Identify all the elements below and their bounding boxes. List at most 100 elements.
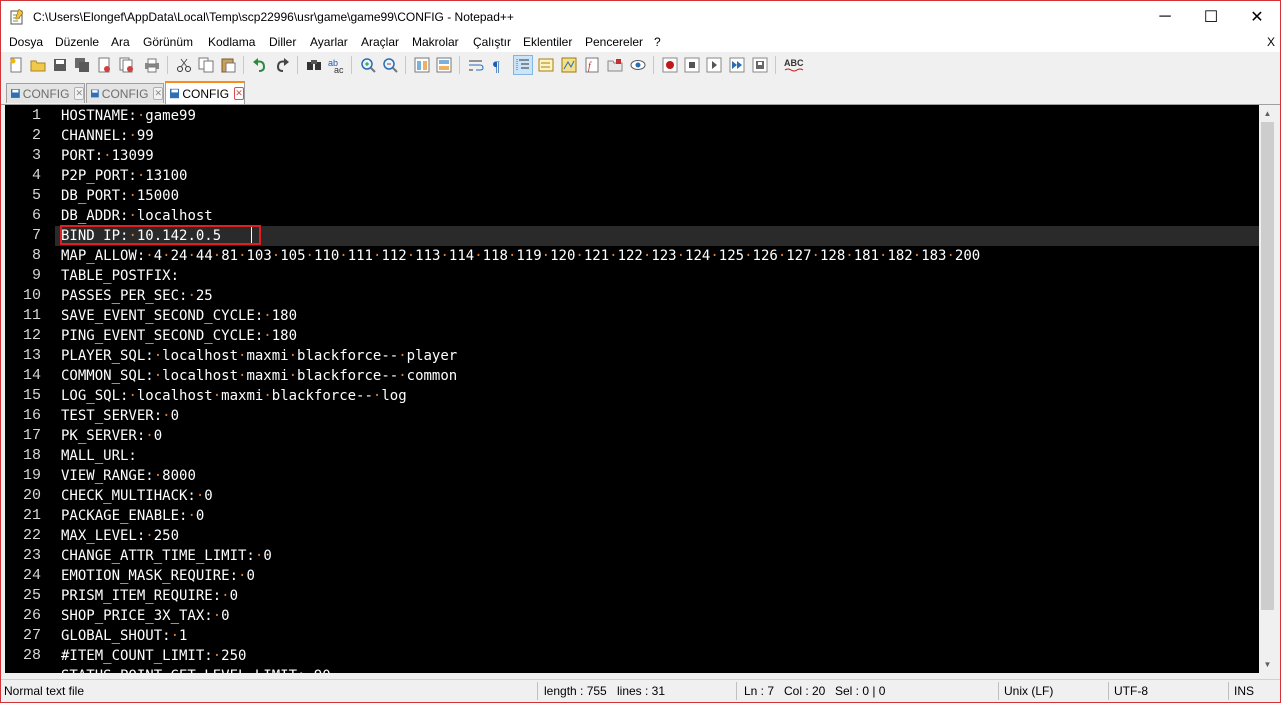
scroll-thumb[interactable] (1261, 122, 1274, 610)
code-line[interactable]: SHOP_PRICE_3X_TAX:·0 (61, 606, 230, 626)
open-file-icon[interactable] (29, 56, 47, 74)
print-icon[interactable] (143, 56, 161, 74)
whitespace-marker: · (153, 368, 163, 384)
zoom-in-icon[interactable] (359, 56, 377, 74)
copy-icon[interactable] (197, 56, 215, 74)
code-line[interactable]: DB_PORT:·15000 (61, 186, 179, 206)
indent-guide-icon[interactable] (513, 55, 533, 75)
menu-makrolar[interactable]: Makrolar (412, 35, 459, 49)
undo-icon[interactable] (251, 56, 269, 74)
code-line[interactable]: SAVE_EVENT_SECOND_CYCLE:·180 (61, 306, 297, 326)
vertical-scrollbar[interactable]: ▲ ▼ (1259, 105, 1276, 673)
close-icon[interactable] (95, 56, 113, 74)
show-all-chars-icon[interactable]: ¶ (489, 56, 507, 74)
redo-icon[interactable] (273, 56, 291, 74)
status-encoding[interactable]: UTF-8 (1114, 684, 1148, 698)
code-line[interactable]: COMMON_SQL:·localhost·maxmi·blackforce--… (61, 366, 457, 386)
replace-icon[interactable]: ab ac (327, 56, 345, 74)
scroll-up-arrow-icon[interactable]: ▲ (1259, 105, 1276, 122)
menu-eklentiler[interactable]: Eklentiler (523, 35, 572, 49)
menu-duzenle[interactable]: Düzenle (55, 35, 99, 49)
spell-check-icon[interactable]: ABC (783, 56, 805, 74)
menu-ara[interactable]: Ara (111, 35, 130, 49)
code-line[interactable]: DB_ADDR:·localhost (61, 206, 213, 226)
status-eol[interactable]: Unix (LF) (1004, 684, 1053, 698)
line-number: 17 (22, 427, 41, 444)
toolbar-separator (459, 56, 460, 74)
minimize-button[interactable]: ─ (1142, 1, 1188, 33)
code-line[interactable]: GLOBAL_SHOUT:·1 (61, 626, 187, 646)
menu-help[interactable]: ? (654, 35, 661, 49)
code-line[interactable]: TEST_SERVER:·0 (61, 406, 179, 426)
code-line[interactable]: PORT:·13099 (61, 146, 154, 166)
stop-macro-icon[interactable] (683, 56, 701, 74)
doc-map-icon[interactable] (560, 56, 578, 74)
save-macro-icon[interactable] (751, 56, 769, 74)
menu-ayarlar[interactable]: Ayarlar (310, 35, 348, 49)
find-icon[interactable] (305, 56, 323, 74)
menu-diller[interactable]: Diller (269, 35, 296, 49)
scroll-down-arrow-icon[interactable]: ▼ (1259, 656, 1276, 673)
code-line[interactable]: PLAYER_SQL:·localhost·maxmi·blackforce--… (61, 346, 457, 366)
code-line[interactable]: EMOTION_MASK_REQUIRE:·0 (61, 566, 255, 586)
line-number: 15 (22, 387, 41, 404)
maximize-button[interactable]: ☐ (1188, 1, 1234, 33)
code-line[interactable]: PACKAGE_ENABLE:·0 (61, 506, 204, 526)
code-line[interactable]: MAP_ALLOW:·4·24·44·81·103·105·110·111·11… (61, 246, 980, 266)
code-line[interactable]: PK_SERVER:·0 (61, 426, 162, 446)
word-wrap-icon[interactable] (467, 56, 485, 74)
code-line[interactable]: CHANGE_ATTR_TIME_LIMIT:·0 (61, 546, 272, 566)
tab-config-2[interactable]: CONFIG ✕ (86, 83, 164, 103)
code-line[interactable]: VIEW_RANGE:·8000 (61, 466, 196, 486)
tab-close-icon[interactable]: ✕ (74, 87, 84, 100)
whitespace-marker: · (212, 248, 222, 264)
code-line[interactable]: #ITEM_COUNT_LIMIT:·250 (61, 646, 246, 666)
status-insert-mode[interactable]: INS (1234, 684, 1254, 698)
save-icon[interactable] (51, 56, 69, 74)
code-line[interactable]: MALL_URL: (61, 446, 137, 466)
monitoring-icon[interactable] (629, 56, 647, 74)
code-line[interactable]: CHANNEL:·99 (61, 126, 154, 146)
code-line[interactable]: P2P_PORT:·13100 (61, 166, 187, 186)
code-line[interactable]: PASSES_PER_SEC:·25 (61, 286, 213, 306)
menu-gorunum[interactable]: Görünüm (143, 35, 193, 49)
sync-horizontal-icon[interactable] (435, 56, 453, 74)
menu-calistir[interactable]: Çalıştır (473, 35, 511, 49)
folder-workspace-icon[interactable] (606, 56, 624, 74)
cut-icon[interactable] (175, 56, 193, 74)
code-line[interactable]: STATUS_POINT_GET_LEVEL_LIMIT:·90 (61, 666, 331, 673)
whitespace-marker: · (373, 248, 382, 264)
close-all-icon[interactable] (117, 56, 135, 74)
menu-dosya[interactable]: Dosya (9, 35, 43, 49)
code-line[interactable]: MAX_LEVEL:·250 (61, 526, 179, 546)
paste-icon[interactable] (219, 56, 237, 74)
function-list-icon[interactable]: f (583, 56, 601, 74)
zoom-out-icon[interactable] (381, 56, 399, 74)
code-line[interactable]: HOSTNAME:·game99 (61, 106, 196, 126)
tab-close-icon[interactable]: ✕ (234, 87, 244, 100)
menu-pencereler[interactable]: Pencereler (585, 35, 643, 49)
code-line[interactable]: CHECK_MULTIHACK:·0 (61, 486, 213, 506)
whitespace-marker: · (187, 288, 196, 304)
tab-config-3[interactable]: CONFIG ✕ (165, 81, 245, 104)
record-macro-icon[interactable] (661, 56, 679, 74)
tab-config-1[interactable]: CONFIG ✕ (6, 83, 85, 103)
save-all-icon[interactable] (73, 56, 91, 74)
whitespace-marker: · (212, 608, 222, 624)
tab-close-icon[interactable]: ✕ (153, 87, 163, 100)
play-macro-icon[interactable] (705, 56, 723, 74)
close-document-button[interactable]: X (1267, 35, 1275, 49)
code-line[interactable]: TABLE_POSTFIX: (61, 266, 179, 286)
text-editor[interactable]: 1 2 3 4 5 6 7 8 9 10 11 12 13 14 15 16 17 18 19 20 21 22 23 24 2… (5, 105, 1259, 673)
code-line[interactable]: LOG_SQL:·localhost·maxmi·blackforce--·lo… (61, 386, 407, 406)
udl-icon[interactable] (537, 56, 555, 74)
sync-vertical-icon[interactable] (413, 56, 431, 74)
code-line[interactable]: PING_EVENT_SECOND_CYCLE:·180 (61, 326, 297, 346)
run-macro-multiple-icon[interactable] (728, 56, 746, 74)
whitespace-marker: · (195, 488, 205, 504)
menu-araclar[interactable]: Araçlar (361, 35, 399, 49)
close-window-button[interactable]: ✕ (1234, 1, 1280, 33)
new-file-icon[interactable] (7, 56, 25, 74)
code-line[interactable]: PRISM_ITEM_REQUIRE:·0 (61, 586, 238, 606)
menu-kodlama[interactable]: Kodlama (208, 35, 255, 49)
